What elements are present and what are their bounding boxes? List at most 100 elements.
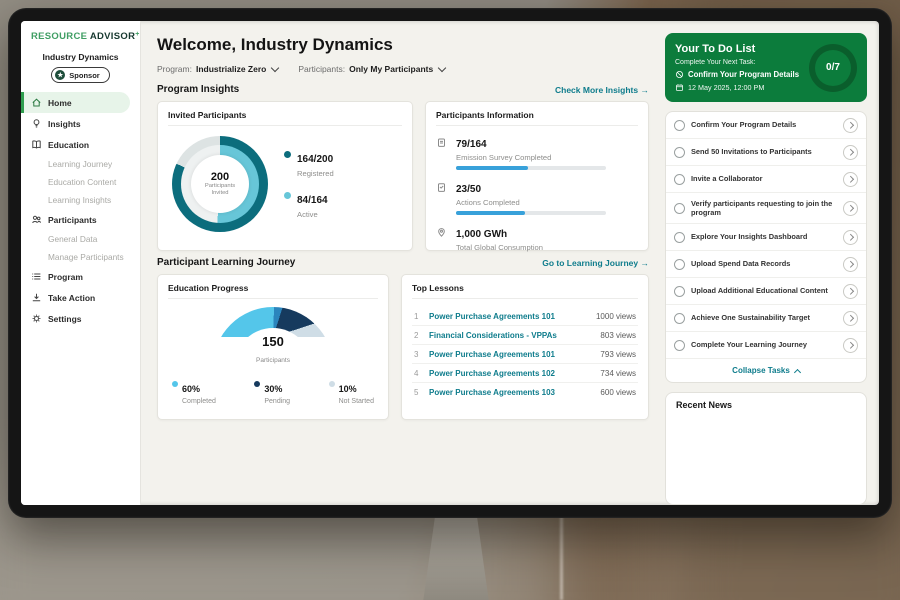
gauge-center-label: Participants	[256, 357, 290, 364]
sidebar-item-participants[interactable]: Participants	[21, 209, 140, 230]
task-open-button[interactable]	[843, 172, 858, 187]
task-checkbox[interactable]	[674, 259, 685, 270]
chevron-right-icon	[847, 288, 853, 294]
photo-background: RESOURCE ADVISOR+ Industry Dynamics ★ Sp…	[0, 0, 900, 600]
sidebar-item-label: Insights	[48, 119, 81, 129]
todo-title: Your To Do List	[675, 43, 801, 55]
lesson-link[interactable]: Financial Considerations - VPPAs	[429, 331, 592, 340]
logo-advisor: ADVISOR	[90, 31, 135, 42]
progress-bar-fill	[456, 166, 528, 170]
sidebar-item-learning-journey[interactable]: Learning Journey	[21, 155, 140, 173]
sidebar-item-manage-participants[interactable]: Manage Participants	[21, 248, 140, 266]
task-checkbox[interactable]	[674, 313, 685, 324]
task-checkbox[interactable]	[674, 120, 685, 131]
card-title: Education Progress	[168, 283, 378, 299]
legend-dot-pending	[254, 381, 260, 387]
task-open-button[interactable]	[843, 284, 858, 299]
sidebar-item-take-action[interactable]: Take Action	[21, 287, 140, 308]
task-checkbox[interactable]	[674, 147, 685, 158]
todo-next-task-label: Confirm Your Program Details	[688, 70, 799, 79]
chevron-right-icon	[847, 261, 853, 267]
task-row-invite-collaborator[interactable]: Invite a Collaborator	[666, 166, 866, 193]
task-row-achieve-target[interactable]: Achieve One Sustainability Target	[666, 305, 866, 332]
legend-item: 164/200 Registered	[284, 149, 334, 178]
task-label: Upload Spend Data Records	[691, 259, 837, 269]
invited-participants-card: Invited Participants 200 Participants In…	[157, 101, 413, 251]
chevron-down-icon	[438, 64, 446, 72]
task-row-confirm-program[interactable]: Confirm Your Program Details	[666, 112, 866, 139]
sidebar-item-program[interactable]: Program	[21, 266, 140, 287]
task-row-explore-insights[interactable]: Explore Your Insights Dashboard	[666, 224, 866, 251]
lesson-views: 793 views	[600, 350, 636, 359]
stat-row: 79/164 Emission Survey Completed	[436, 134, 638, 170]
sponsor-icon: ★	[55, 70, 65, 80]
task-row-upload-educational-content[interactable]: Upload Additional Educational Content	[666, 278, 866, 305]
go-to-learning-journey-link[interactable]: Go to Learning Journey →	[542, 258, 649, 268]
progress-bar	[456, 211, 606, 215]
check-more-insights-link[interactable]: Check More Insights →	[555, 85, 649, 95]
legend-value: 84/164	[297, 195, 328, 206]
todo-summary-text: Your To Do List Complete Your Next Task:…	[675, 43, 801, 92]
chevron-down-icon	[271, 64, 279, 72]
program-insights-header: Program Insights Check More Insights →	[157, 84, 649, 95]
chevron-right-icon	[847, 176, 853, 182]
task-checkbox[interactable]	[674, 340, 685, 351]
list-icon	[31, 271, 42, 282]
lesson-link[interactable]: Power Purchase Agreements 103	[429, 388, 592, 397]
task-open-button[interactable]	[843, 311, 858, 326]
sidebar-item-general-data[interactable]: General Data	[21, 230, 140, 248]
logo-resource: RESOURCE	[31, 31, 87, 42]
task-checkbox[interactable]	[674, 174, 685, 185]
task-row-send-invitations[interactable]: Send 50 Invitations to Participants	[666, 139, 866, 166]
legend-item: 10% Not Started	[329, 379, 374, 405]
legend-value: 60%	[182, 384, 200, 394]
education-progress-gauge-chart: 150 Participants	[213, 307, 333, 367]
task-checkbox[interactable]	[674, 286, 685, 297]
participants-filter-dropdown[interactable]: Participants: Only My Participants	[298, 64, 445, 74]
task-open-button[interactable]	[843, 338, 858, 353]
legend-label: Completed	[182, 398, 216, 405]
collapse-tasks-button[interactable]: Collapse Tasks	[666, 359, 866, 382]
sidebar: RESOURCE ADVISOR+ Industry Dynamics ★ Sp…	[21, 21, 141, 505]
gauge-center-value: 150	[213, 335, 333, 349]
learning-journey-title: Participant Learning Journey	[157, 257, 295, 268]
invited-participants-donut-chart: 200 Participants Invited	[172, 136, 268, 232]
task-checkbox[interactable]	[674, 232, 685, 243]
sidebar-item-education[interactable]: Education	[21, 134, 140, 155]
card-title: Participants Information	[436, 110, 638, 126]
task-row-upload-spend-data[interactable]: Upload Spend Data Records	[666, 251, 866, 278]
lesson-link[interactable]: Power Purchase Agreements 102	[429, 369, 592, 378]
gauge-legend: 60% Completed 30% Pending	[168, 371, 378, 405]
task-open-button[interactable]	[843, 257, 858, 272]
progress-bar	[456, 166, 606, 170]
program-filter-dropdown[interactable]: Program: Industrialize Zero	[157, 64, 278, 74]
sidebar-item-education-content[interactable]: Education Content	[21, 173, 140, 191]
lesson-link[interactable]: Power Purchase Agreements 101	[429, 350, 592, 359]
stat-value: 79/164	[456, 139, 487, 150]
sponsor-badge[interactable]: ★ Sponsor	[51, 67, 109, 83]
todo-next-task: Confirm Your Program Details	[675, 70, 801, 79]
sidebar-item-insights[interactable]: Insights	[21, 113, 140, 134]
task-row-verify-participants[interactable]: Verify participants requesting to join t…	[666, 193, 866, 224]
sponsor-badge-label: Sponsor	[69, 71, 99, 80]
action-icon	[31, 292, 42, 303]
recent-news-title: Recent News	[676, 400, 732, 410]
program-filter-label: Program:	[157, 64, 192, 74]
task-checkbox[interactable]	[674, 203, 685, 214]
task-open-button[interactable]	[843, 230, 858, 245]
legend-dot-active	[284, 192, 291, 199]
recent-news-section[interactable]: Recent News	[665, 392, 867, 505]
task-open-button[interactable]	[843, 201, 858, 216]
legend-label: Active	[297, 210, 328, 219]
sidebar-item-home[interactable]: Home	[21, 92, 130, 113]
todo-panel: Your To Do List Complete Your Next Task:…	[661, 21, 879, 505]
document-check-icon	[436, 179, 448, 198]
sidebar-item-label: Manage Participants	[48, 252, 124, 262]
sidebar-item-learning-insights[interactable]: Learning Insights	[21, 191, 140, 209]
task-open-button[interactable]	[843, 145, 858, 160]
lesson-link[interactable]: Power Purchase Agreements 101	[429, 312, 588, 321]
sidebar-item-settings[interactable]: Settings	[21, 308, 140, 329]
stat-label: Actions Completed	[456, 198, 606, 207]
task-row-complete-learning-journey[interactable]: Complete Your Learning Journey	[666, 332, 866, 359]
task-open-button[interactable]	[843, 118, 858, 133]
